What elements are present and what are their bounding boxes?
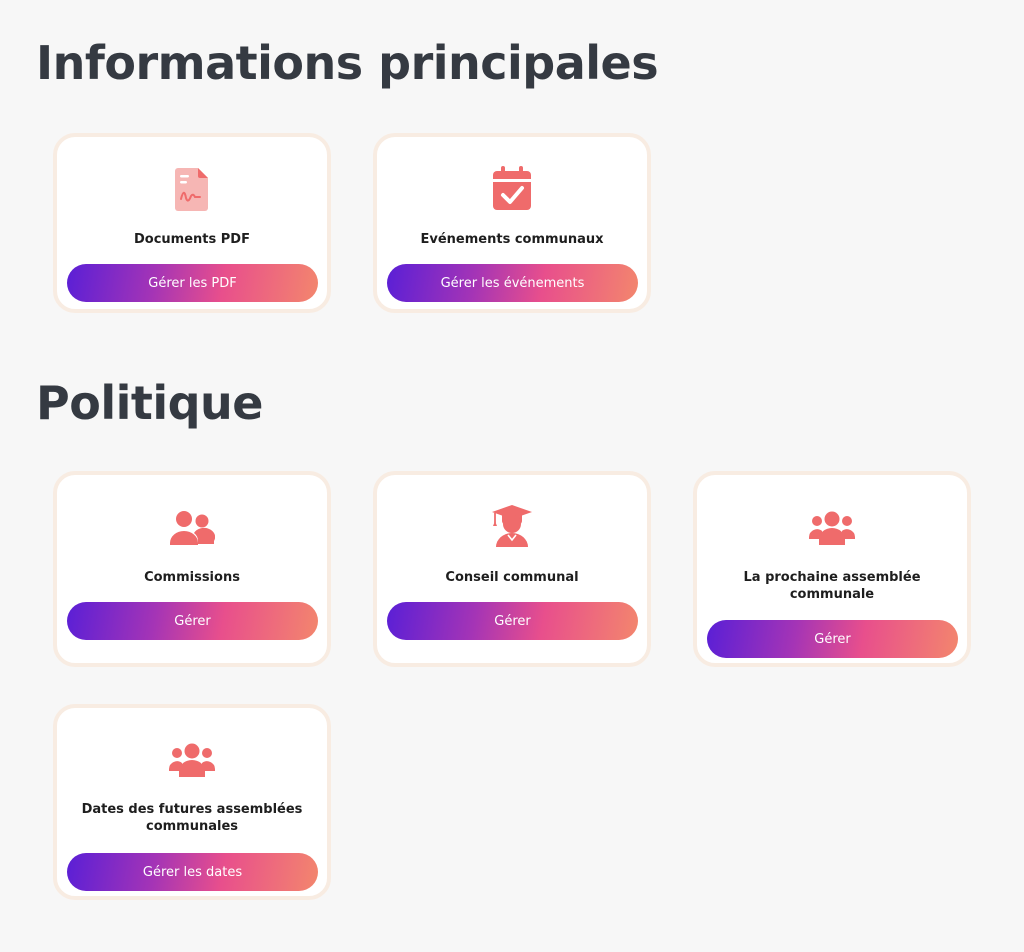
card-commissions: Commissions Gérer bbox=[53, 471, 331, 667]
card-documents-pdf: Documents PDF Gérer les PDF bbox=[53, 133, 331, 313]
card-conseil-communal: Conseil communal Gérer bbox=[373, 471, 651, 667]
section-title-informations: Informations principales bbox=[36, 36, 659, 90]
manage-council-button[interactable]: Gérer bbox=[387, 602, 638, 640]
card-title: Conseil communal bbox=[445, 570, 579, 585]
manage-next-assembly-button[interactable]: Gérer bbox=[707, 620, 958, 658]
card-title: Evénements communaux bbox=[420, 232, 604, 247]
card-dates-futures-assemblees: Dates des futures assemblées communales … bbox=[53, 704, 331, 900]
user-group-icon bbox=[169, 737, 215, 783]
card-evenements-communaux: Evénements communaux Gérer les événement… bbox=[373, 133, 651, 313]
manage-dates-button[interactable]: Gérer les dates bbox=[67, 853, 318, 891]
manage-events-button[interactable]: Gérer les événements bbox=[387, 264, 638, 302]
card-title: Documents PDF bbox=[134, 232, 250, 247]
calendar-check-icon bbox=[489, 166, 535, 212]
manage-commissions-button[interactable]: Gérer bbox=[67, 602, 318, 640]
card-title: Commissions bbox=[144, 570, 240, 585]
card-title: Dates des futures assemblées communales bbox=[81, 802, 303, 834]
graduate-user-icon bbox=[489, 503, 535, 549]
card-prochaine-assemblee: La prochaine assemblée communale Gérer bbox=[693, 471, 971, 667]
card-title: La prochaine assemblée communale bbox=[743, 570, 921, 602]
pdf-file-icon bbox=[169, 166, 215, 212]
user-group-icon bbox=[809, 505, 855, 551]
manage-pdf-button[interactable]: Gérer les PDF bbox=[67, 264, 318, 302]
user-pair-icon bbox=[169, 505, 215, 551]
section-title-politique: Politique bbox=[36, 376, 263, 430]
